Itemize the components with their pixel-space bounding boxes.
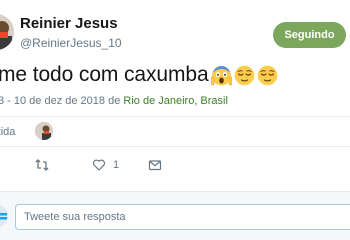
face-screaming-in-fear-icon bbox=[210, 65, 232, 86]
direct-message-button[interactable] bbox=[148, 156, 162, 174]
envelope-icon bbox=[148, 160, 162, 171]
author-avatar[interactable] bbox=[0, 14, 14, 50]
retweet-button[interactable] bbox=[35, 156, 49, 174]
tweet-page: Reinier Jesus @ReinierJesus_10 Seguindo … bbox=[0, 0, 350, 240]
tweet-location-link[interactable]: Rio de Janeiro, Brasil bbox=[123, 95, 228, 107]
liker-avatar[interactable] bbox=[35, 122, 53, 140]
like-count: 1 bbox=[113, 159, 120, 171]
tweet-text: me todo com caxumba bbox=[0, 60, 278, 90]
retweet-icon bbox=[35, 159, 49, 171]
heart-icon bbox=[92, 159, 106, 171]
divider bbox=[0, 116, 350, 117]
retweet-label: rtida bbox=[0, 126, 16, 138]
tweet-metadata: 3 - 10 de dez de 2018 de Rio de Janeiro,… bbox=[0, 95, 228, 107]
relieved-face-icon bbox=[234, 65, 255, 86]
divider bbox=[0, 146, 350, 147]
tweet-text-content: me todo com caxumba bbox=[0, 63, 209, 86]
author-display-name[interactable]: Reinier Jesus bbox=[20, 15, 118, 32]
like-button[interactable]: 1 bbox=[92, 156, 119, 174]
reply-input[interactable] bbox=[15, 204, 350, 230]
following-button[interactable]: Seguindo bbox=[273, 22, 346, 48]
tweet-timestamp: 3 - 10 de dez de 2018 de bbox=[0, 95, 124, 107]
divider bbox=[0, 191, 350, 192]
author-username[interactable]: @ReinierJesus_10 bbox=[20, 36, 122, 50]
relieved-face-icon bbox=[257, 65, 278, 86]
